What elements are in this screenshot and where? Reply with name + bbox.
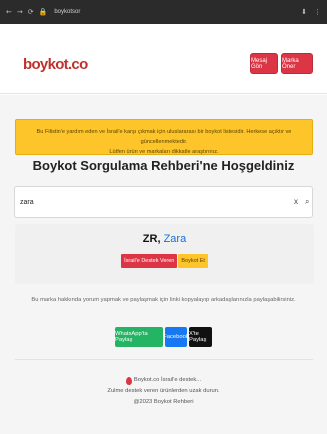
footer-line-2: Zulme destek veren ürünlerden uzak durun… <box>107 388 220 394</box>
clear-icon[interactable]: x <box>294 197 298 206</box>
status-badges: İsrail'e Destek Veren Boykot Et <box>15 254 314 268</box>
send-message-button[interactable]: Mesaj Gön <box>250 53 278 74</box>
page-title: Boykot Sorgulama Rehberi'ne Hoşgeldiniz <box>32 158 295 173</box>
menu-icon[interactable]: ⋮ <box>314 8 321 16</box>
reload-icon[interactable]: ⟳ <box>28 8 34 16</box>
share-buttons: WhatsApp'ta Paylaş Facebook X'te Paylaş <box>0 327 327 347</box>
status-badge-boycott: Boykot Et <box>178 254 208 268</box>
footer-line-3: @2023 Boykot Rehberi <box>133 399 194 405</box>
search-box: x ⌕ <box>14 186 313 218</box>
search-icon[interactable]: ⌕ <box>305 197 309 207</box>
result-title: ZR, Zara <box>15 233 314 245</box>
alert-line-2: Lütfen ürün ve markaları dikkatle araştı… <box>109 149 219 155</box>
search-input[interactable] <box>20 195 270 210</box>
brand-code: ZR <box>142 233 158 245</box>
suggest-brand-button[interactable]: Marka Öner <box>281 53 313 74</box>
site-header: boykot.co Mesaj Gön Marka Öner <box>0 24 327 94</box>
blood-drop-icon <box>125 376 132 385</box>
footer-line-1: Boykot.co İsrail'e destek... <box>0 375 327 386</box>
browser-toolbar: ← → ⟳ 🔒 boykotsor ⬇ ⋮ <box>0 0 327 24</box>
x-share-button[interactable]: X'te Paylaş <box>189 327 212 347</box>
share-info-text: Bu marka hakkında yorum yapmak ve paylaş… <box>31 297 296 303</box>
whatsapp-share-button[interactable]: WhatsApp'ta Paylaş <box>115 327 163 347</box>
site-footer: Boykot.co İsrail'e destek... Zulme deste… <box>0 375 327 408</box>
address-bar[interactable]: boykotsor <box>54 9 80 15</box>
back-arrow-icon[interactable]: ← <box>6 8 12 16</box>
brand-name-link[interactable]: Zara <box>164 233 187 245</box>
site-logo[interactable]: boykot.co <box>23 56 88 73</box>
divider <box>15 359 313 360</box>
forward-arrow-icon[interactable]: → <box>17 8 23 16</box>
download-icon[interactable]: ⬇ <box>301 8 307 16</box>
footer-text-1: Boykot.co İsrail'e destek... <box>133 377 202 383</box>
facebook-share-button[interactable]: Facebook <box>163 327 189 347</box>
status-badge-support: İsrail'e Destek Veren <box>121 254 178 268</box>
warning-alert: Bu Filistin'e yardım eden ve İsrail'e ka… <box>15 119 313 155</box>
alert-line-1: Bu Filistin'e yardım eden ve İsrail'e ka… <box>36 129 292 145</box>
lock-icon: 🔒 <box>38 7 48 16</box>
result-card: ZR, Zara İsrail'e Destek Veren Boykot Et <box>15 224 314 284</box>
